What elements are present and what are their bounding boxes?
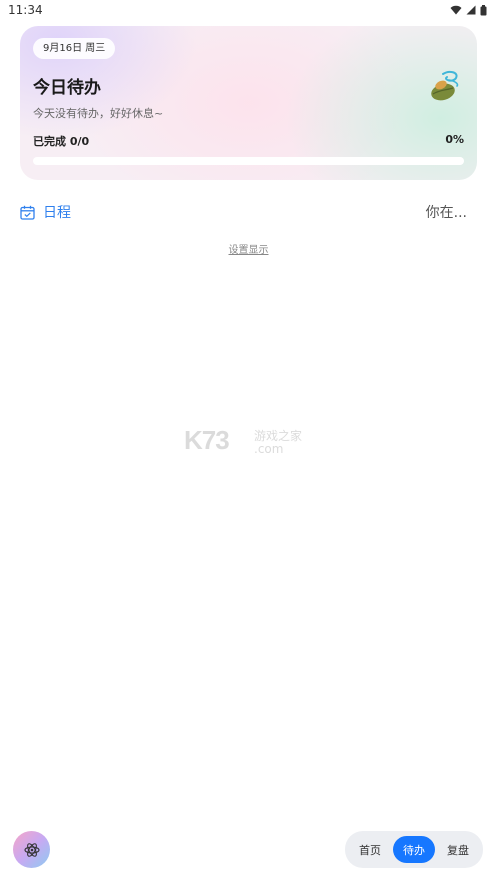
greeting-text: 你在... [425,205,467,221]
date-pill: 9月16日 周三 [33,38,116,59]
progress-percent: 0% [445,133,464,146]
battery-icon [480,4,487,15]
signal-icon [466,5,476,15]
nav-review[interactable]: 复盘 [437,836,479,863]
schedule-header: 日程 [20,202,71,222]
schedule-row[interactable]: 日程 你在... [20,200,467,224]
wifi-icon [450,5,462,15]
watermark-logo: K73 游戏之家 .com [184,425,314,459]
calendar-icon [20,205,35,220]
floating-action-button[interactable] [13,831,50,868]
atom-icon [23,842,40,857]
today-todo-card[interactable]: 9月16日 周三 今日待办 今天没有待办，好好休息~ 已完成 0/0 0% [20,26,477,180]
status-bar: 11:34 [0,0,497,20]
bottom-nav: 首页 待办 复盘 [345,831,483,868]
nav-home[interactable]: 首页 [349,836,391,863]
watermark-main: K73 [184,425,230,455]
tea-leaf-icon [431,70,459,101]
schedule-label: 日程 [43,205,71,221]
settings-display-link[interactable]: 设置显示 [0,241,497,256]
status-icons [450,4,487,16]
status-time: 11:34 [8,3,43,17]
progress-bar [33,157,464,165]
completed-count: 已完成 0/0 [33,135,90,148]
card-subtitle: 今天没有待办，好好休息~ [33,107,164,120]
nav-todo[interactable]: 待办 [393,836,435,863]
watermark-bottom: .com [254,442,284,456]
card-title: 今日待办 [33,78,101,98]
